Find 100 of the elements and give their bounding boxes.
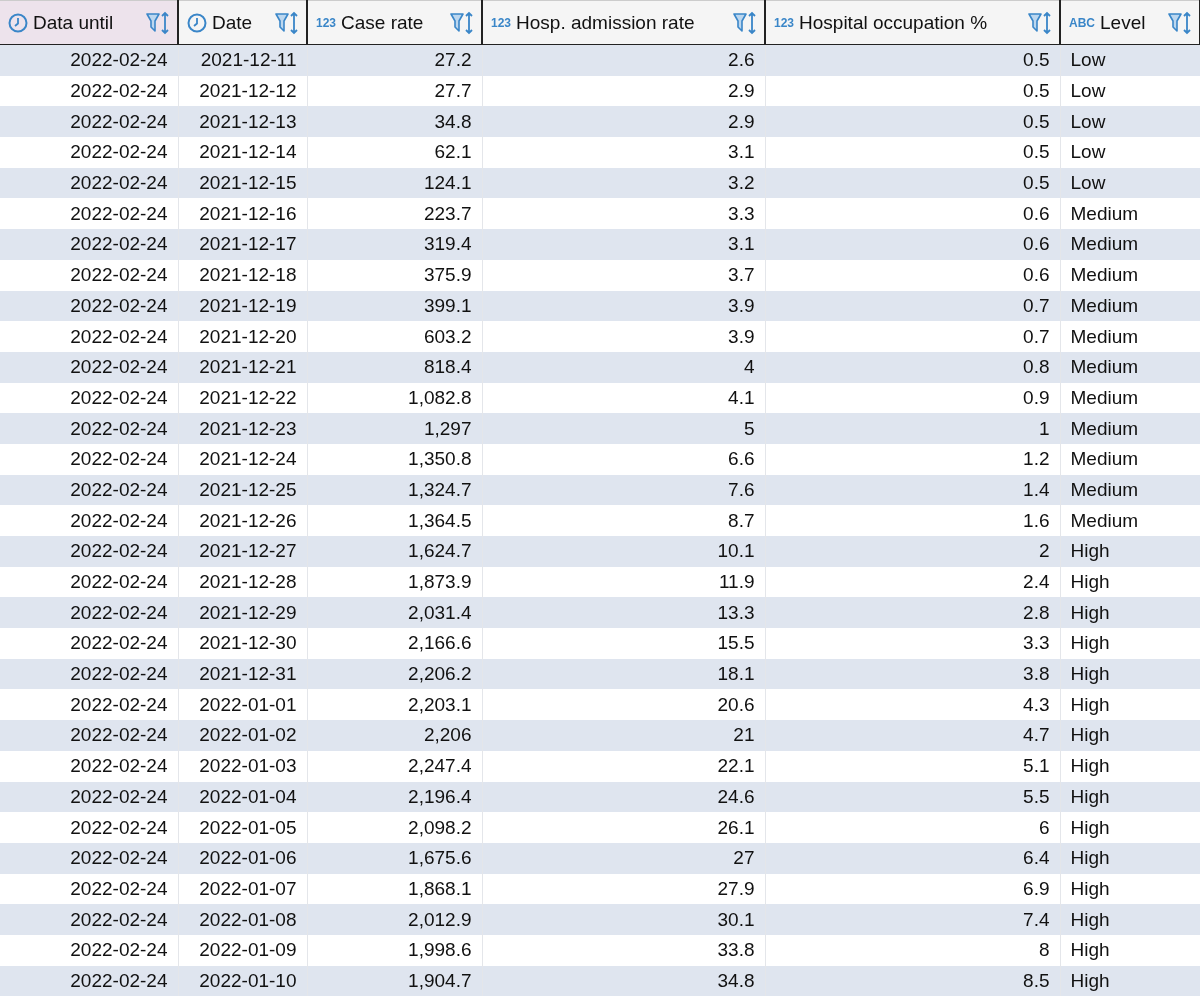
column-header[interactable]: 123 Case rate [307,0,482,45]
table-cell: 319.4 [307,229,482,260]
filter-sort-icon[interactable] [274,10,300,35]
filter-sort-icon[interactable] [449,10,475,35]
table-cell: 2021-12-11 [178,44,307,76]
column-header[interactable]: 123 Hosp. admission rate [482,0,765,45]
filter-sort-icon[interactable] [732,10,758,35]
table-cell: 2021-12-18 [178,259,307,291]
table-cell: 2021-12-20 [178,321,307,352]
table-cell: 2 [765,536,1060,567]
table-cell: 3.3 [765,628,1060,659]
table-cell: Medium [1060,413,1200,444]
table-cell: 2021-12-17 [178,229,307,260]
table-cell: High [1060,965,1200,997]
column-header[interactable]: ABC Level [1060,0,1200,45]
table-cell: 4.7 [765,720,1060,751]
table-cell: 2022-02-24 [0,720,178,751]
table-cell: 34.8 [482,965,765,997]
table-cell: 2022-01-09 [178,934,307,966]
table-cell: 1,675.6 [307,842,482,874]
table-cell: 2.6 [482,44,765,76]
clock-icon [187,12,207,33]
table-cell: 2022-02-24 [0,351,178,383]
table-cell: 2022-02-24 [0,413,178,444]
table-cell: Low [1060,137,1200,168]
table-cell: 2022-02-24 [0,750,178,782]
table-cell: 2022-02-24 [0,536,178,567]
table-cell: 1,998.6 [307,934,482,966]
table-cell: 818.4 [307,351,482,383]
table-cell: 4 [482,351,765,383]
table-cell: 0.5 [765,137,1060,168]
table-cell: 7.4 [765,904,1060,935]
table-cell: 2,206 [307,720,482,751]
table-cell: 0.8 [765,351,1060,383]
table-cell: 2022-01-10 [178,965,307,997]
filter-sort-icon[interactable] [145,10,171,35]
table-cell: Low [1060,44,1200,76]
table-cell: 27.2 [307,44,482,76]
table-cell: 0.5 [765,44,1060,76]
table-cell: 2022-01-03 [178,750,307,782]
column-header[interactable]: Date [178,0,307,45]
table-cell: 2022-01-08 [178,904,307,935]
table-cell: 21 [482,720,765,751]
filter-sort-icon[interactable] [1027,10,1053,35]
table-cell: 0.6 [765,229,1060,260]
table-cell: Medium [1060,321,1200,352]
table-cell: 2022-02-24 [0,443,178,475]
table-cell: 30.1 [482,904,765,935]
table-cell: 2021-12-21 [178,351,307,383]
table-cell: 3.1 [482,137,765,168]
table-cell: Medium [1060,443,1200,475]
table-cell: 1,624.7 [307,536,482,567]
table-cell: High [1060,812,1200,843]
type-label: 123 [316,15,337,30]
table-cell: 2021-12-14 [178,137,307,168]
table-cell: 0.7 [765,321,1060,352]
table-cell: 603.2 [307,321,482,352]
table-cell: High [1060,628,1200,659]
table-cell: 2,012.9 [307,904,482,935]
table-cell: High [1060,720,1200,751]
table-cell: 2021-12-27 [178,536,307,567]
table-cell: 27 [482,842,765,874]
table-cell: 375.9 [307,259,482,291]
table-cell: 2022-02-24 [0,628,178,659]
table-cell: 15.5 [482,628,765,659]
table-cell: 6.4 [765,842,1060,874]
table-cell: High [1060,904,1200,935]
table-cell: 3.7 [482,259,765,291]
column-header[interactable]: 123 Hospital occupation % [765,0,1060,45]
table-cell: 2,098.2 [307,812,482,843]
type-label: 123 [491,15,512,30]
table-cell: 2022-02-24 [0,812,178,843]
table-cell: 2022-02-24 [0,842,178,874]
table-cell: 2022-02-24 [0,259,178,291]
type-label: 123 [774,15,795,30]
clock-icon [8,12,28,33]
table-cell: High [1060,934,1200,966]
table-cell: 2021-12-30 [178,628,307,659]
table-cell: 0.6 [765,259,1060,291]
table-cell: 2022-01-05 [178,812,307,843]
table-cell: 2022-01-06 [178,842,307,874]
column-header[interactable]: Data until [0,0,178,45]
table-cell: 6 [765,812,1060,843]
table-cell: 33.8 [482,934,765,966]
filter-sort-icon[interactable] [1167,10,1193,35]
table-cell: 5 [482,413,765,444]
table-cell: Medium [1060,351,1200,383]
table-cell: 8 [765,934,1060,966]
table-cell: 3.9 [482,321,765,352]
table-cell: Medium [1060,229,1200,260]
table-cell: High [1060,842,1200,874]
table-cell: 1,350.8 [307,443,482,475]
table-cell: High [1060,536,1200,567]
table-cell: 1.2 [765,443,1060,475]
table-cell: 2022-02-24 [0,44,178,76]
table-cell: High [1060,750,1200,782]
table-cell: 8.5 [765,965,1060,997]
table-cell: 2022-02-24 [0,229,178,260]
table-cell: 10.1 [482,536,765,567]
table-cell: 2021-12-23 [178,413,307,444]
